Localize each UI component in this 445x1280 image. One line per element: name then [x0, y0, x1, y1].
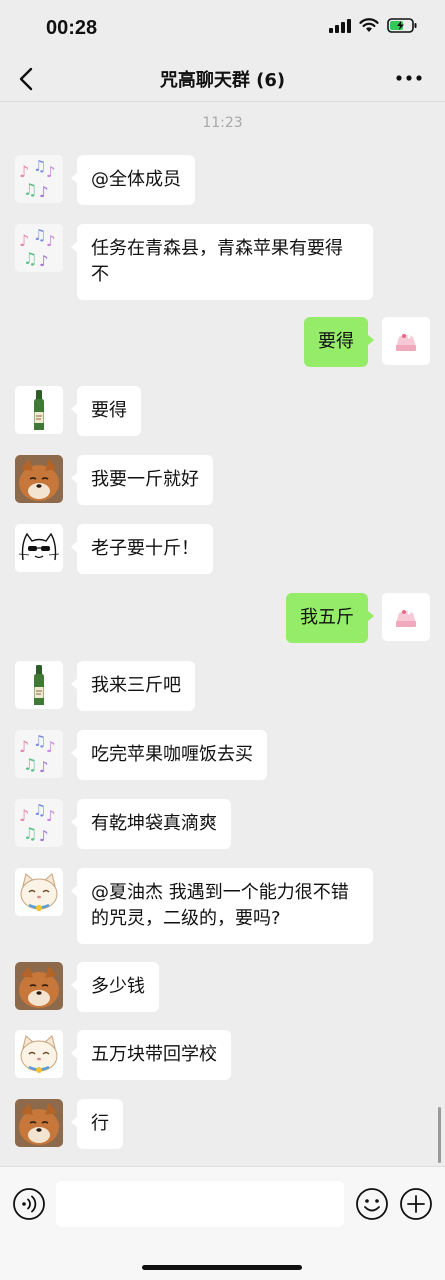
svg-text:♪: ♪	[39, 758, 49, 776]
message-bubble[interactable]: 有乾坤袋真滴爽	[71, 799, 231, 849]
message-bubble[interactable]: 要得	[304, 317, 374, 367]
avatar[interactable]	[15, 1030, 63, 1078]
chat-scrollbar[interactable]	[438, 1107, 441, 1163]
svg-text:♪: ♪	[46, 232, 56, 250]
avatar[interactable]	[15, 524, 63, 572]
home-indicator	[142, 1265, 302, 1270]
message-bubble[interactable]: 五万块带回学校	[71, 1030, 231, 1080]
signal-icon	[329, 18, 351, 33]
svg-text:♫: ♫	[23, 824, 37, 843]
emoji-button[interactable]	[355, 1187, 389, 1221]
svg-text:♪: ♪	[19, 806, 29, 825]
message-bubble[interactable]: 要得	[71, 386, 141, 436]
svg-text:♪: ♪	[19, 231, 29, 250]
message-bubble[interactable]: 吃完苹果咖喱饭去买	[71, 730, 267, 780]
svg-text:♪: ♪	[46, 807, 56, 825]
svg-text:♪: ♪	[39, 827, 49, 845]
more-functions-button[interactable]	[399, 1187, 433, 1221]
message-bubble[interactable]: 老子要十斤！	[71, 524, 213, 574]
message-input[interactable]	[56, 1181, 344, 1227]
svg-text:♪: ♪	[39, 252, 49, 270]
message-bubble[interactable]: 行	[71, 1099, 123, 1149]
avatar[interactable]: ♪ ♫ ♪ ♫ ♪	[15, 799, 63, 847]
avatar[interactable]: ♪ ♫ ♪ ♫ ♪	[15, 730, 63, 778]
avatar[interactable]	[15, 1099, 63, 1147]
avatar[interactable]	[382, 593, 430, 641]
message-bubble[interactable]: 我来三斤吧	[71, 661, 195, 711]
input-bar	[0, 1166, 445, 1280]
avatar[interactable]	[382, 317, 430, 365]
more-button[interactable]	[395, 68, 423, 88]
plus-icon	[400, 1188, 432, 1220]
chat-area[interactable]: 11:23 ♪ ♫ ♪ ♫ ♪ @全体成员 ♪ ♫ ♪ ♫ ♪ 任务在青森县，青森苹果有要得不 要得 要得…	[0, 103, 445, 1166]
voice-icon	[13, 1188, 45, 1220]
avatar[interactable]	[15, 962, 63, 1010]
message-bubble[interactable]: 我五斤	[286, 593, 374, 643]
avatar[interactable]	[15, 386, 63, 434]
status-bar: 00:28	[0, 0, 445, 56]
svg-text:♫: ♫	[33, 226, 46, 244]
svg-text:♪: ♪	[19, 737, 29, 756]
voice-button[interactable]	[12, 1187, 46, 1221]
message-bubble[interactable]: 任务在青森县，青森苹果有要得不	[71, 224, 373, 300]
svg-text:♫: ♫	[23, 180, 37, 199]
avatar[interactable]: ♪ ♫ ♪ ♫ ♪	[15, 155, 63, 203]
svg-text:♫: ♫	[23, 755, 37, 774]
more-icon	[396, 75, 422, 81]
svg-text:♫: ♫	[23, 249, 37, 268]
avatar[interactable]	[15, 661, 63, 709]
message-bubble[interactable]: @全体成员	[71, 155, 195, 205]
svg-text:♪: ♪	[46, 163, 56, 181]
avatar[interactable]	[15, 868, 63, 916]
avatar[interactable]	[15, 455, 63, 503]
nav-bar: 咒高聊天群 (6)	[0, 56, 445, 102]
svg-text:♪: ♪	[39, 183, 49, 201]
message-timestamp: 11:23	[202, 115, 243, 131]
message-bubble[interactable]: @夏油杰 我遇到一个能力很不错的咒灵，二级的，要吗?	[71, 868, 373, 944]
wifi-icon	[359, 18, 379, 32]
svg-text:♫: ♫	[33, 732, 46, 750]
svg-text:♪: ♪	[46, 738, 56, 756]
message-bubble[interactable]: 我要一斤就好	[71, 455, 213, 505]
emoji-icon	[356, 1188, 388, 1220]
chat-title: 咒高聊天群 (6)	[159, 70, 286, 91]
svg-text:♪: ♪	[19, 162, 29, 181]
svg-text:♫: ♫	[33, 801, 46, 819]
battery-icon	[387, 18, 417, 33]
svg-text:♫: ♫	[33, 157, 46, 175]
avatar[interactable]: ♪ ♫ ♪ ♫ ♪	[15, 224, 63, 272]
status-icons	[329, 18, 417, 33]
message-bubble[interactable]: 多少钱	[71, 962, 159, 1012]
status-time: 00:28	[46, 17, 98, 39]
